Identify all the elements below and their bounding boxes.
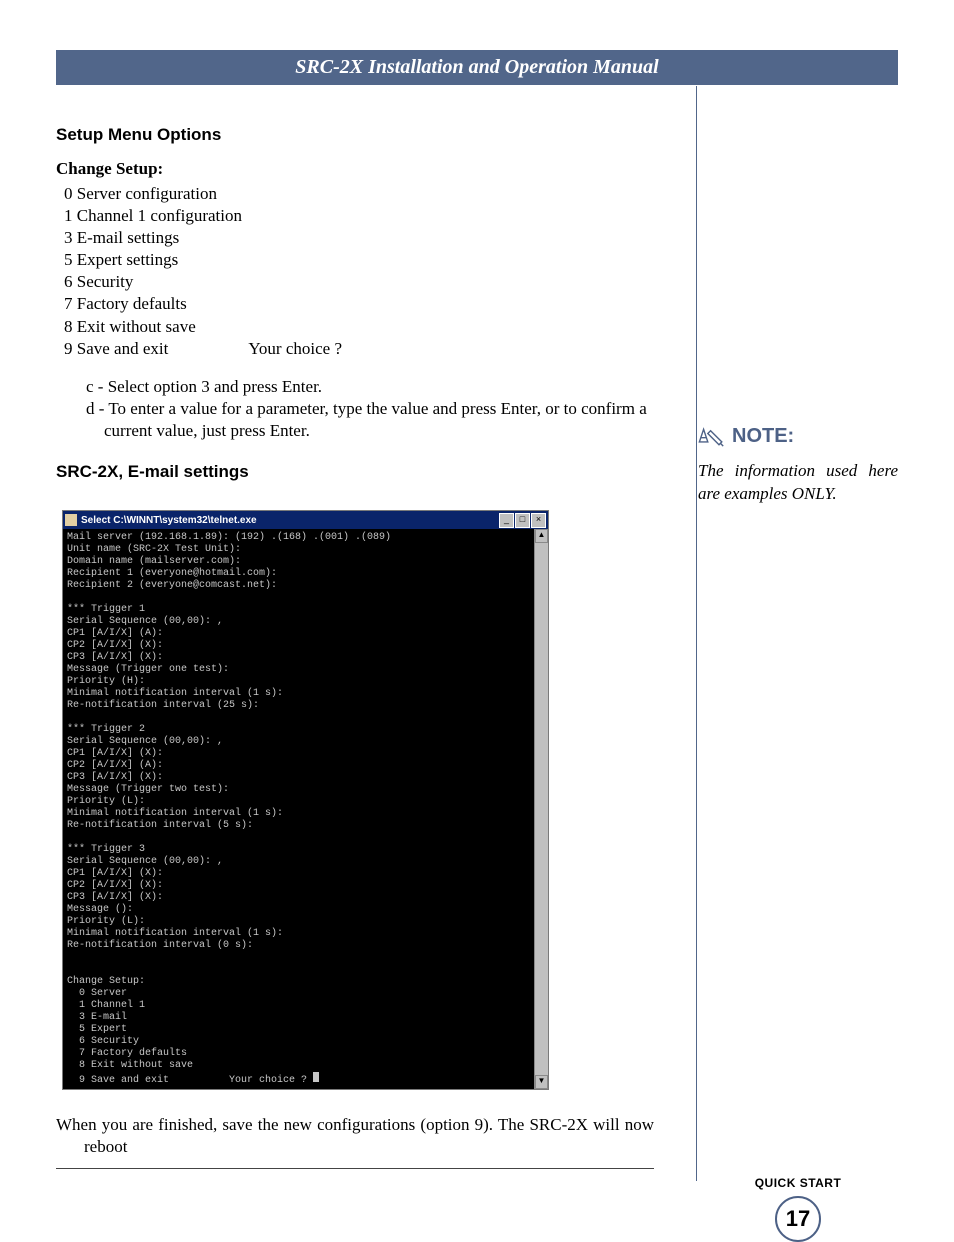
scroll-up-icon[interactable]: ▲: [535, 529, 548, 543]
your-choice-prompt: Your choice ?: [248, 338, 342, 360]
header-title: SRC-2X Installation and Operation Manual: [295, 56, 658, 78]
note-label: NOTE:: [732, 425, 794, 448]
terminal-title: Select C:\WINNT\system32\telnet.exe: [81, 515, 498, 526]
finish-paragraph: When you are finished, save the new conf…: [56, 1114, 654, 1158]
page-footer: QUICK START 17: [698, 1176, 898, 1242]
menu-item: 3 E-mail settings: [64, 227, 660, 249]
scroll-down-icon[interactable]: ▼: [535, 1075, 548, 1089]
menu-item: 9 Save and exit Your choice ?: [64, 338, 660, 360]
pencil-icon: [698, 426, 726, 448]
menu-item: 7 Factory defaults: [64, 293, 660, 315]
app-icon: [65, 514, 77, 526]
menu-item: 5 Expert settings: [64, 249, 660, 271]
step-c: c - Select option 3 and press Enter.: [64, 376, 660, 398]
note-heading: NOTE:: [698, 425, 898, 448]
footer-section-label: QUICK START: [698, 1176, 898, 1190]
terminal-text: Mail server (192.168.1.89): (192) .(168)…: [67, 532, 391, 1086]
terminal-output: Mail server (192.168.1.89): (192) .(168)…: [63, 529, 534, 1089]
step-d: d - To enter a value for a parameter, ty…: [64, 398, 660, 442]
cursor-icon: [313, 1072, 319, 1082]
menu-item: 1 Channel 1 configuration: [64, 205, 660, 227]
terminal-scrollbar[interactable]: ▲ ▼: [534, 529, 548, 1089]
terminal-window: Select C:\WINNT\system32\telnet.exe _ □ …: [62, 510, 549, 1090]
setup-heading: Setup Menu Options: [56, 125, 660, 145]
page-number-value: 17: [786, 1206, 810, 1232]
change-setup-label: Change Setup:: [56, 159, 660, 179]
note-body: The information used here are examples O…: [698, 460, 898, 506]
terminal-body-wrap: Mail server (192.168.1.89): (192) .(168)…: [63, 529, 548, 1089]
setup-menu-list: 0 Server configuration 1 Channel 1 confi…: [64, 183, 660, 360]
main-column: Setup Menu Options Change Setup: 0 Serve…: [56, 85, 688, 1242]
menu-item: 0 Server configuration: [64, 183, 660, 205]
minimize-button[interactable]: _: [499, 513, 514, 528]
steps-block: c - Select option 3 and press Enter. d -…: [64, 376, 660, 442]
terminal-titlebar: Select C:\WINNT\system32\telnet.exe _ □ …: [63, 511, 548, 529]
menu-item-text: 9 Save and exit: [64, 339, 168, 358]
maximize-button[interactable]: □: [515, 513, 530, 528]
side-column: NOTE: The information used here are exam…: [688, 85, 898, 1242]
menu-item: 8 Exit without save: [64, 316, 660, 338]
email-settings-heading: SRC-2X, E-mail settings: [56, 462, 660, 482]
bottom-rule: [56, 1168, 654, 1169]
menu-item: 6 Security: [64, 271, 660, 293]
page-header: SRC-2X Installation and Operation Manual: [56, 50, 898, 85]
close-button[interactable]: ×: [531, 513, 546, 528]
page-body: Setup Menu Options Change Setup: 0 Serve…: [0, 85, 954, 1242]
